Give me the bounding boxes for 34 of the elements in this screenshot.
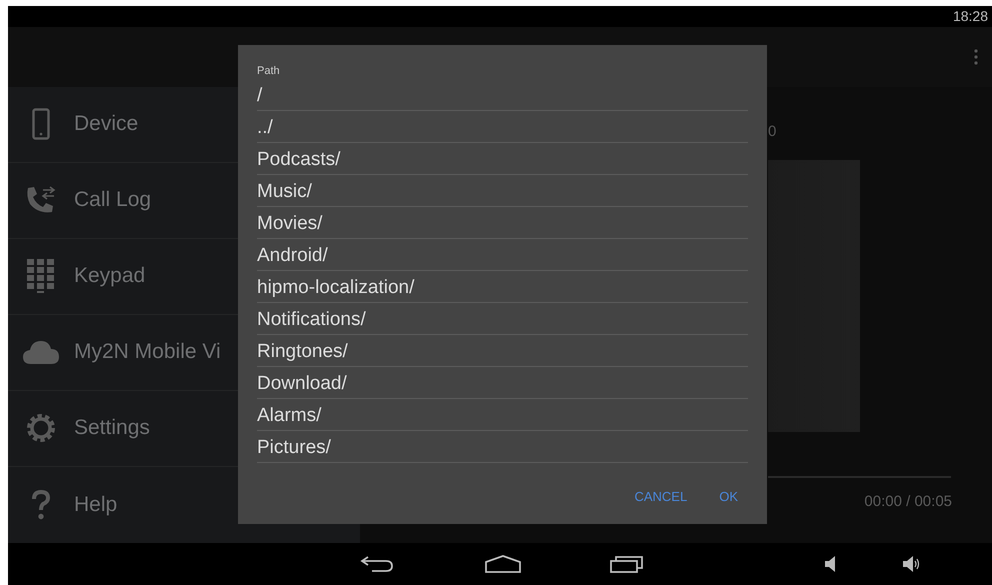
- sidebar-item-label: My2N Mobile Vi: [74, 340, 221, 364]
- folder-entry[interactable]: ../: [257, 111, 748, 143]
- folder-entry[interactable]: hipmo-localization/: [257, 271, 748, 303]
- volume-down-icon[interactable]: [824, 554, 836, 573]
- sidebar-item-label: Device: [74, 112, 138, 136]
- sidebar-item-label: Keypad: [74, 264, 146, 288]
- back-icon[interactable]: [360, 554, 394, 573]
- folder-entry[interactable]: Alarms/: [257, 399, 748, 431]
- folder-entry[interactable]: Download/: [257, 367, 748, 399]
- status-time: 18:28: [952, 8, 988, 24]
- folder-entry[interactable]: Movies/: [257, 207, 748, 239]
- question-mark-icon: [31, 490, 51, 520]
- folder-entry[interactable]: Ringtones/: [257, 335, 748, 367]
- keypad-icon: [27, 259, 55, 294]
- cloud-icon: [23, 340, 59, 364]
- path-label: Path: [257, 65, 280, 77]
- folder-entry[interactable]: Android/: [257, 239, 748, 271]
- folder-entry[interactable]: Podcasts/: [257, 143, 748, 175]
- sidebar-item[interactable]: Help: [8, 466, 360, 543]
- folder-entry[interactable]: Pictures/: [257, 431, 748, 463]
- title-fragment: 0: [768, 122, 778, 140]
- sidebar-item-label: Settings: [74, 416, 150, 440]
- folder-entry[interactable]: Notifications/: [257, 303, 748, 335]
- folder-entry[interactable]: Music/: [257, 175, 748, 207]
- sidebar-item-label: Call Log: [74, 188, 152, 212]
- overflow-menu-icon[interactable]: [974, 48, 978, 65]
- recent-apps-icon[interactable]: [610, 554, 644, 573]
- phone-icon: [32, 108, 50, 140]
- sidebar-item-label: Help: [74, 492, 118, 517]
- folder-entry[interactable]: /: [257, 79, 748, 111]
- settings-icon: [26, 413, 56, 444]
- home-icon[interactable]: [485, 554, 521, 573]
- player-time: 00:00 / 00:05: [864, 492, 952, 510]
- volume-up-icon[interactable]: [902, 554, 920, 573]
